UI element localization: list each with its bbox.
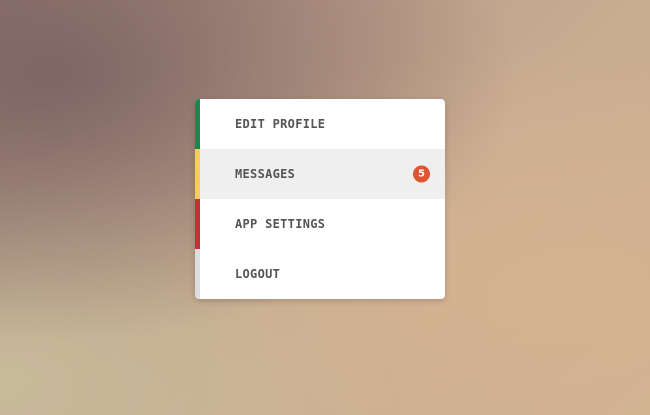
- menu-item-label: MESSAGES: [235, 167, 296, 181]
- menu-item-accent-bar: [195, 149, 200, 199]
- menu-item-label: LOGOUT: [235, 267, 281, 281]
- menu-item-accent-bar: [195, 199, 200, 249]
- notification-badge: 5: [413, 165, 430, 183]
- menu-item-accent-bar: [195, 99, 200, 149]
- menu-item-label: EDIT PROFILE: [235, 117, 326, 131]
- menu-item-edit-profile[interactable]: EDIT PROFILE: [195, 99, 445, 149]
- menu-item-label: APP SETTINGS: [235, 217, 326, 231]
- menu-item-app-settings[interactable]: APP SETTINGS: [195, 199, 445, 249]
- menu-item-accent-bar: [195, 249, 200, 299]
- menu-item-messages[interactable]: MESSAGES 5: [195, 149, 445, 199]
- dropdown-menu: EDIT PROFILE MESSAGES 5 APP SETTINGS LOG…: [195, 99, 445, 299]
- menu-item-logout[interactable]: LOGOUT: [195, 249, 445, 299]
